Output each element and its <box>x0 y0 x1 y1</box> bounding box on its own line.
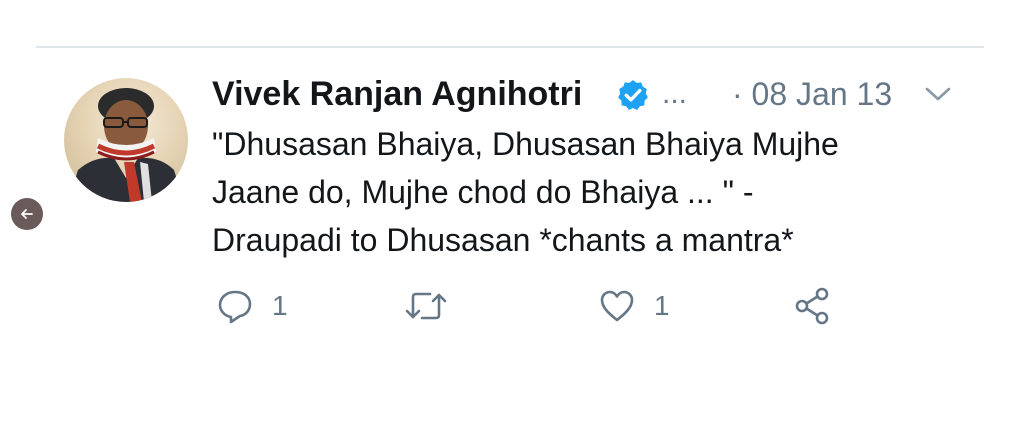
tweet-date[interactable]: · 08 Jan 13 <box>732 72 892 116</box>
verified-badge-icon <box>618 80 648 111</box>
tweet-text-line: Jaane do, Mujhe chod do Bhaiya ... " - <box>212 174 754 210</box>
like-button[interactable]: 1 <box>598 284 670 328</box>
chevron-down-icon[interactable] <box>924 82 952 106</box>
retweet-button[interactable] <box>404 284 448 328</box>
heart-icon <box>600 290 634 322</box>
back-button[interactable] <box>11 198 43 230</box>
avatar-image <box>68 88 184 202</box>
share-button[interactable] <box>792 284 832 328</box>
tweet-header: Vivek Ranjan Agnihotri ... · 08 Jan 13 <box>212 72 972 116</box>
tweet-text: "Dhusasan Bhaiya, Dhusasan Bhaiya Mujhe … <box>212 120 972 264</box>
arrow-left-icon <box>21 209 33 219</box>
name-truncation: ... <box>662 77 688 110</box>
reply-icon <box>218 290 252 324</box>
like-count: 1 <box>654 290 670 321</box>
retweet-icon <box>405 292 447 320</box>
reply-count: 1 <box>272 290 288 321</box>
tweet-actions: 1 1 <box>212 284 852 328</box>
share-icon <box>795 287 829 325</box>
tweet-text-line: Draupadi to Dhusasan *chants a mantra* <box>212 222 794 258</box>
tweet-text-line: "Dhusasan Bhaiya, Dhusasan Bhaiya Mujhe <box>212 126 839 162</box>
author-name[interactable]: Vivek Ranjan Agnihotri <box>212 72 582 116</box>
top-divider <box>36 46 984 48</box>
avatar[interactable] <box>64 78 188 202</box>
reply-button[interactable]: 1 <box>216 284 288 328</box>
